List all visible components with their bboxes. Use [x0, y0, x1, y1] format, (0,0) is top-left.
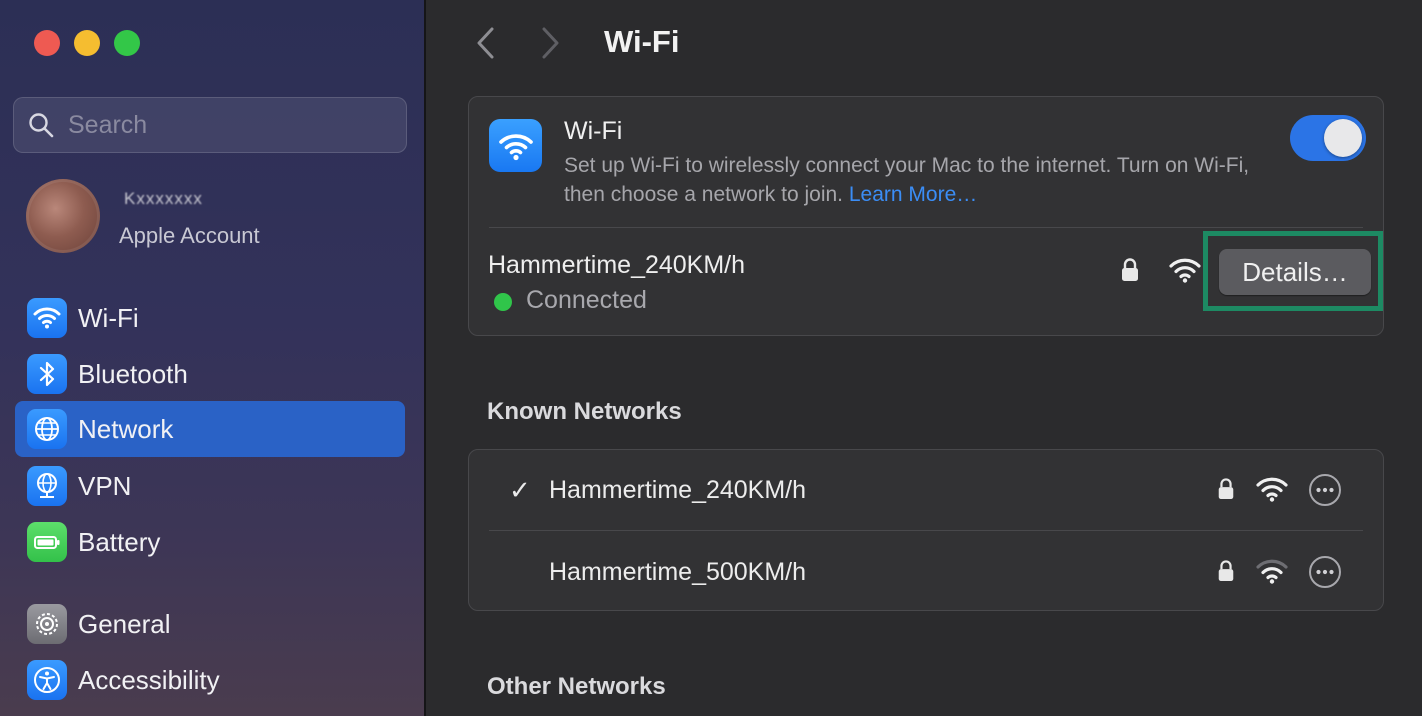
divider	[489, 227, 1363, 228]
sidebar-item-wifi[interactable]: Wi-Fi	[15, 290, 405, 346]
minimize-window-button[interactable]	[74, 30, 100, 56]
search-icon	[29, 113, 54, 138]
sidebar-item-general[interactable]: General	[15, 596, 405, 652]
wifi-card-title: Wi-Fi	[564, 117, 623, 145]
lock-icon	[1122, 258, 1138, 281]
sidebar-item-label: Bluetooth	[78, 358, 188, 389]
avatar	[26, 179, 100, 253]
search-input[interactable]: Search	[13, 97, 407, 153]
gear-icon	[27, 604, 67, 644]
battery-icon	[27, 522, 67, 562]
account-subtitle: Apple Account	[119, 223, 260, 248]
accessibility-icon	[27, 660, 67, 700]
learn-more-link[interactable]: Learn More…	[849, 183, 977, 206]
known-networks-list: ✓ Hammertime_240KM/h Hammertime_500KM/h	[468, 449, 1384, 611]
apple-account-item[interactable]: Kxxxxxxx Apple Account	[24, 177, 414, 257]
sidebar-item-accessibility[interactable]: Accessibility	[15, 652, 405, 708]
current-network-name: Hammertime_240KM/h	[488, 251, 746, 279]
details-button[interactable]: Details…	[1219, 249, 1371, 295]
bluetooth-icon	[27, 354, 67, 394]
wifi-icon	[27, 298, 67, 338]
back-chevron-icon[interactable]	[474, 26, 498, 60]
page-title: Wi-Fi	[604, 24, 680, 59]
known-networks-heading: Known Networks	[487, 398, 682, 425]
search-placeholder: Search	[68, 110, 148, 139]
sidebar-item-label: Battery	[78, 526, 161, 557]
close-window-button[interactable]	[34, 30, 60, 56]
zoom-window-button[interactable]	[114, 30, 140, 56]
window-controls	[34, 30, 140, 56]
more-options-icon[interactable]	[1308, 555, 1342, 589]
sidebar: Search Kxxxxxxx Apple Account Wi-Fi Blue…	[0, 0, 426, 716]
sidebar-item-network[interactable]: Network	[15, 401, 405, 457]
main-pane: Wi-Fi Wi-Fi Set up Wi-Fi to wirelessly c…	[428, 0, 1422, 716]
lock-icon	[1218, 560, 1234, 581]
sidebar-item-label: Accessibility	[78, 664, 220, 695]
wifi-signal-icon	[1256, 477, 1288, 502]
more-options-icon[interactable]	[1308, 473, 1342, 507]
account-name: Kxxxxxxx	[124, 189, 203, 208]
vpn-globe-icon	[27, 466, 67, 506]
sidebar-item-label: General	[78, 608, 171, 639]
network-name: Hammertime_500KM/h	[549, 558, 807, 586]
wifi-card-description: Set up Wi-Fi to wirelessly connect your …	[564, 151, 1264, 209]
sidebar-item-bluetooth[interactable]: Bluetooth	[15, 346, 405, 402]
connection-status: Connected	[526, 286, 647, 314]
network-name: Hammertime_240KM/h	[549, 476, 807, 504]
history-navigation	[474, 26, 562, 60]
connected-status-dot	[494, 293, 512, 311]
wifi-signal-icon	[1256, 559, 1288, 584]
divider	[489, 530, 1363, 531]
sidebar-item-vpn[interactable]: VPN	[15, 458, 405, 514]
checkmark-icon: ✓	[509, 475, 531, 505]
sidebar-item-battery[interactable]: Battery	[15, 514, 405, 570]
sidebar-item-label: VPN	[78, 470, 132, 501]
globe-icon	[27, 409, 67, 449]
other-networks-heading: Other Networks	[487, 673, 666, 700]
known-network-row[interactable]: ✓ Hammertime_240KM/h	[469, 450, 1383, 530]
forward-chevron-icon[interactable]	[538, 26, 562, 60]
wifi-signal-icon	[1169, 258, 1201, 283]
sidebar-item-label: Network	[78, 413, 174, 444]
sidebar-item-label: Wi-Fi	[78, 302, 139, 333]
wifi-icon	[489, 119, 542, 172]
wifi-toggle[interactable]	[1290, 115, 1366, 161]
wifi-card: Wi-Fi Set up Wi-Fi to wirelessly connect…	[468, 96, 1384, 336]
known-network-row[interactable]: Hammertime_500KM/h	[469, 532, 1383, 612]
lock-icon	[1218, 478, 1234, 499]
toggle-knob	[1324, 119, 1362, 157]
